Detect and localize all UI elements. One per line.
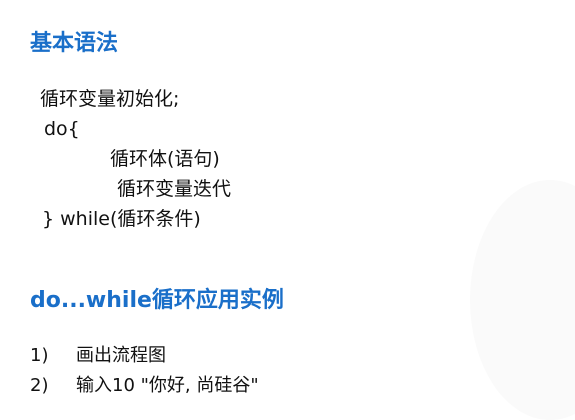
list-item-text: 画出流程图 — [76, 345, 166, 366]
code-line-do: do{ — [44, 118, 80, 140]
section-heading-example: do...while循环应用实例 — [30, 288, 284, 313]
section-heading-basic-syntax: 基本语法 — [30, 31, 119, 56]
code-line-body: 循环体(语句) — [110, 148, 220, 170]
slide: { "section1": { "title": "基本语法" }, "code… — [0, 0, 575, 420]
list-item-text: 输入10 "你好, 尚硅谷" — [76, 375, 259, 396]
code-line-iterate: 循环变量迭代 — [117, 178, 232, 200]
code-line-init: 循环变量初始化; — [40, 88, 180, 110]
list-item-number: 1) — [30, 345, 49, 366]
code-line-while: } while(循环条件) — [42, 208, 201, 230]
list-item-number: 2) — [30, 375, 49, 396]
background-decoration — [470, 180, 575, 420]
